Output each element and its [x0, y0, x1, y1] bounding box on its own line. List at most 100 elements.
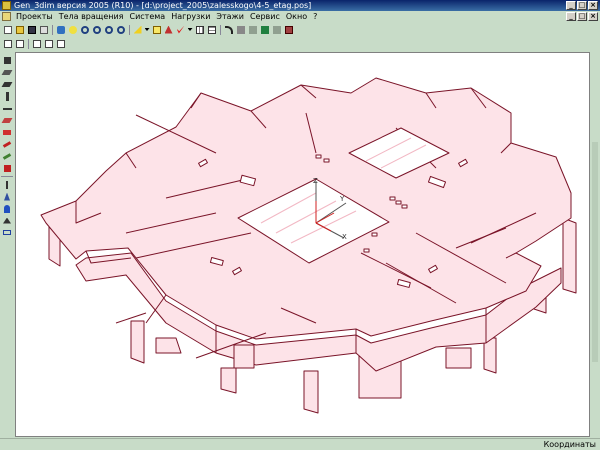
- menu-help[interactable]: ?: [310, 11, 320, 22]
- hatch-green-icon: [2, 153, 12, 160]
- print-button[interactable]: [38, 24, 49, 35]
- open-icon: [15, 25, 24, 34]
- wall-red-button[interactable]: [2, 128, 12, 137]
- menu-window[interactable]: Окно: [283, 11, 310, 22]
- person-button[interactable]: [2, 204, 12, 213]
- view-a-icon: [164, 25, 173, 34]
- support-icon: [3, 217, 11, 224]
- dropdown-button[interactable]: [144, 24, 150, 35]
- measure-icon: [3, 230, 11, 235]
- vertical-scrollbar[interactable]: [590, 52, 600, 437]
- cube-gray-button[interactable]: [247, 24, 258, 35]
- person-icon: [4, 204, 10, 213]
- zoom-in-icon: [80, 25, 89, 34]
- slab-button-2[interactable]: [1, 80, 13, 89]
- redo-button[interactable]: [223, 24, 234, 35]
- zoom-out-button[interactable]: [91, 24, 102, 35]
- toolbar-separator: [52, 24, 53, 35]
- slab-icon: [1, 82, 13, 87]
- small-opening: [315, 154, 322, 159]
- print-icon: [39, 25, 48, 34]
- slab-button[interactable]: [1, 68, 13, 77]
- copy-button[interactable]: [2, 38, 13, 49]
- new-button[interactable]: [2, 24, 13, 35]
- model-viewport[interactable]: Z Y X: [15, 52, 590, 437]
- small-opening: [323, 158, 330, 163]
- grid-small-icon: [236, 25, 245, 34]
- zoom-window-button[interactable]: [115, 24, 126, 35]
- slab-icon: [1, 70, 13, 75]
- hatch-red-icon: [2, 141, 12, 148]
- new-icon: [3, 25, 12, 34]
- toolbar-separator: [28, 38, 29, 49]
- column-button[interactable]: [2, 92, 12, 101]
- window-button-3[interactable]: [55, 38, 66, 49]
- database-button[interactable]: [55, 24, 66, 35]
- zoom-in-button[interactable]: [79, 24, 90, 35]
- maximize-button[interactable]: □: [577, 1, 587, 10]
- arrow-yellow-button[interactable]: [132, 24, 143, 35]
- menu-bar: Проекты Тела вращения Система Нагрузки Э…: [0, 11, 600, 22]
- zoom-fit-button[interactable]: [103, 24, 114, 35]
- support-button[interactable]: [2, 216, 12, 225]
- minimize-button[interactable]: _: [566, 1, 576, 10]
- fill-red-button[interactable]: [2, 164, 12, 173]
- doc-close-button[interactable]: ×: [588, 12, 598, 21]
- window-button-1[interactable]: [31, 38, 42, 49]
- menu-service[interactable]: Сервис: [247, 11, 283, 22]
- dropdown-icon: [187, 28, 193, 31]
- hatch-green-button[interactable]: [2, 152, 12, 161]
- left-toolbar: [0, 52, 14, 436]
- wall-icon: [1, 118, 13, 123]
- app-icon: [2, 1, 11, 10]
- load-icon: [6, 180, 8, 189]
- menu-loads[interactable]: Нагрузки: [168, 11, 213, 22]
- select-button[interactable]: [14, 38, 25, 49]
- load-button-2[interactable]: [2, 192, 12, 201]
- dropdown-button-2[interactable]: [187, 24, 193, 35]
- arrow-yellow-icon: [133, 25, 142, 34]
- rect-yellow-button[interactable]: [151, 24, 162, 35]
- cube-green-button[interactable]: [259, 24, 270, 35]
- small-opening: [371, 232, 378, 237]
- small-opening: [389, 196, 396, 201]
- zoom-out-icon: [92, 25, 101, 34]
- save-button[interactable]: [26, 24, 37, 35]
- cube-gray-button-2[interactable]: [271, 24, 282, 35]
- load-button[interactable]: [2, 180, 12, 189]
- wall-button[interactable]: [1, 116, 13, 125]
- status-bar: Координаты: [0, 438, 600, 450]
- floor-slab-model[interactable]: Z Y X: [16, 53, 590, 437]
- measure-button[interactable]: [2, 228, 12, 237]
- window-icon: [32, 39, 41, 48]
- menu-projects[interactable]: Проекты: [13, 11, 56, 22]
- menu-floors[interactable]: Этажи: [213, 11, 247, 22]
- document-icon[interactable]: [2, 12, 11, 21]
- view-a-button[interactable]: [163, 24, 174, 35]
- column-detail: [445, 347, 472, 369]
- db-icon: [56, 25, 65, 34]
- dropdown-icon: [144, 28, 150, 31]
- grid-button[interactable]: [194, 24, 205, 35]
- title-bar: Gen_3dim версия 2005 (R10) - [d:\project…: [0, 0, 600, 11]
- beam-button[interactable]: [2, 104, 12, 113]
- fill-red-icon: [3, 165, 11, 172]
- film-button[interactable]: [283, 24, 294, 35]
- status-coordinates: Координаты: [543, 440, 596, 449]
- doc-minimize-button[interactable]: _: [566, 12, 576, 21]
- window-button-2[interactable]: [43, 38, 54, 49]
- grid-small-button[interactable]: [235, 24, 246, 35]
- zoom-fit-icon: [104, 25, 113, 34]
- scrollbar-thumb[interactable]: [592, 142, 598, 362]
- menu-bodies-of-revolution[interactable]: Тела вращения: [56, 11, 127, 22]
- close-button[interactable]: ×: [588, 1, 598, 10]
- grid-button-2[interactable]: [206, 24, 217, 35]
- bulb-button[interactable]: [67, 24, 78, 35]
- hatch-red-button[interactable]: [2, 140, 12, 149]
- doc-restore-button[interactable]: □: [577, 12, 587, 21]
- tick-red-button[interactable]: [175, 24, 186, 35]
- node-button[interactable]: [2, 56, 12, 65]
- open-button[interactable]: [14, 24, 25, 35]
- column-right-front: [562, 217, 577, 294]
- menu-system[interactable]: Система: [126, 11, 168, 22]
